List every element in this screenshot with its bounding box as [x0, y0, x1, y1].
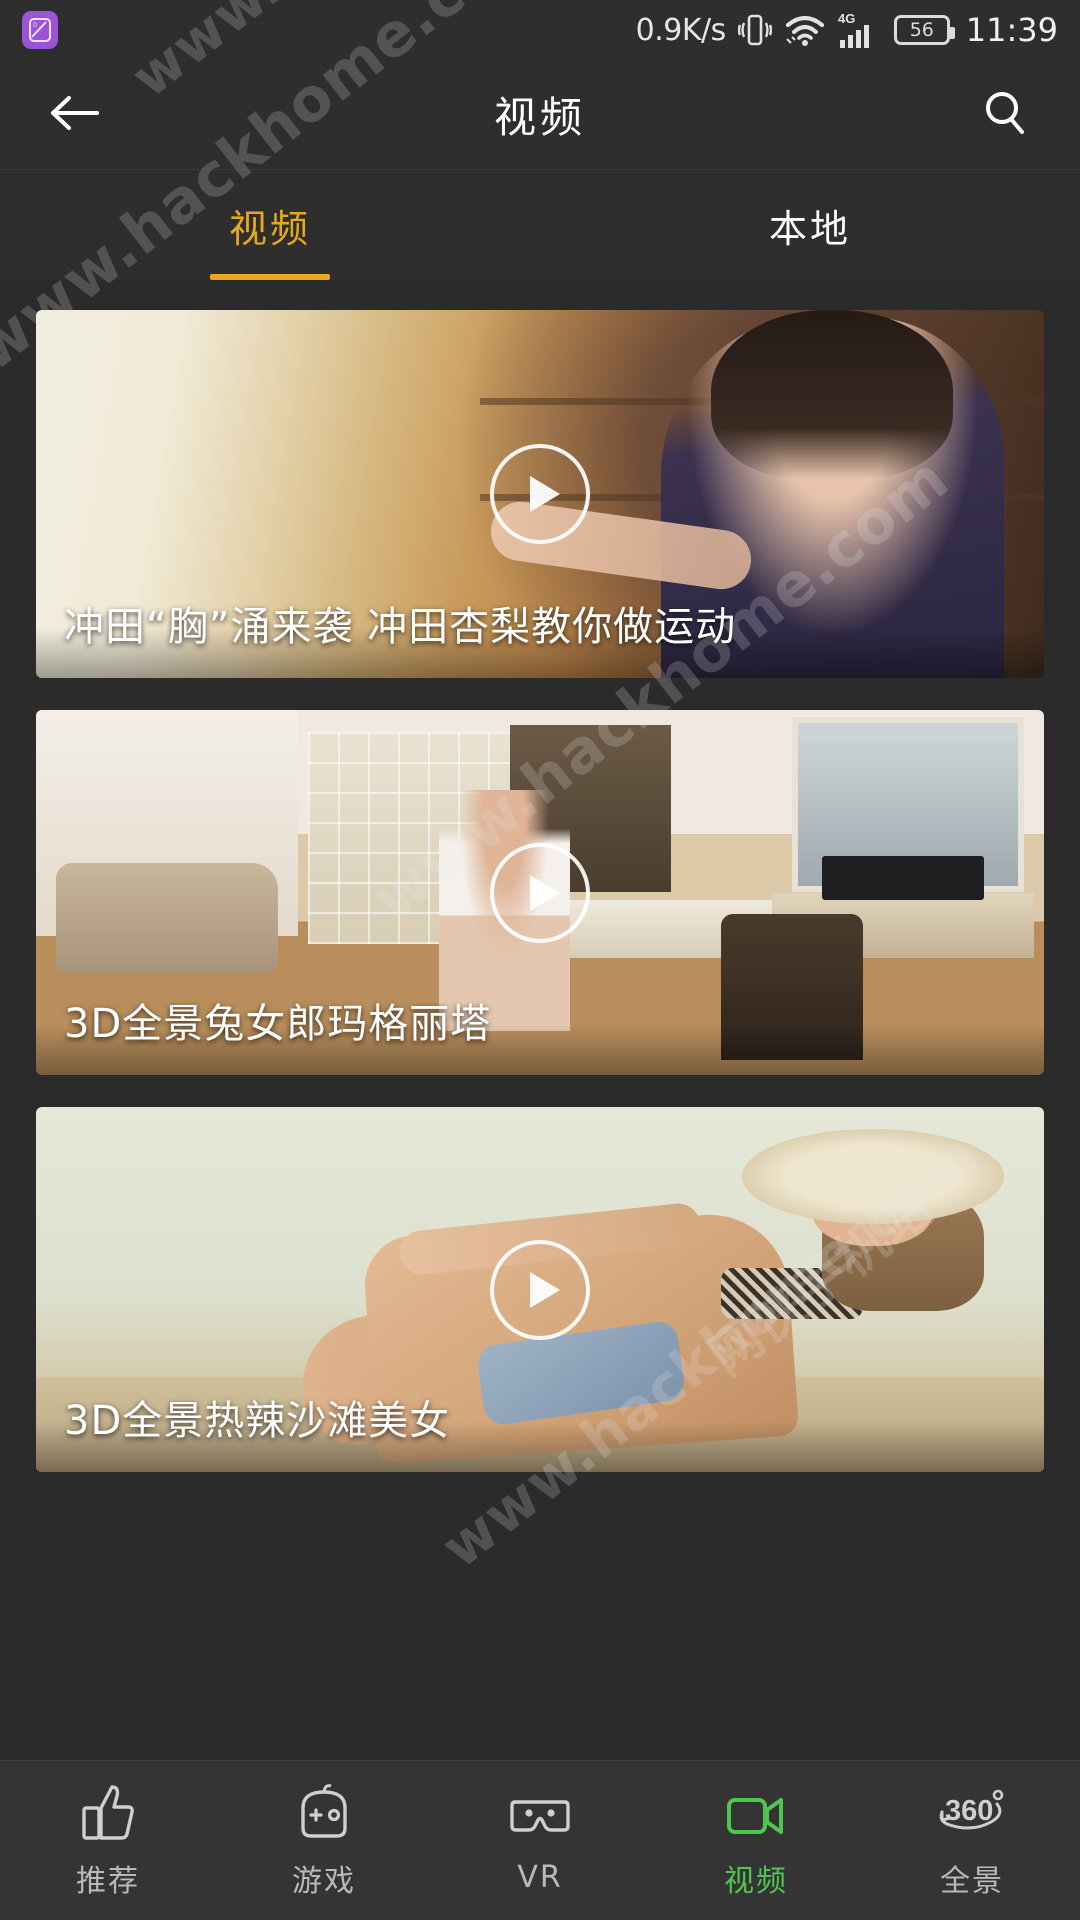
tab-local-label: 本地: [768, 206, 851, 251]
app-header: 视频: [0, 60, 1080, 170]
nav-label-panorama: 全景: [940, 1863, 1004, 1899]
battery-level-text: 56: [909, 19, 934, 41]
svg-text:0: 0: [33, 22, 37, 29]
play-icon[interactable]: [490, 444, 590, 544]
svg-text:4G: 4G: [838, 11, 855, 26]
vibrate-icon: [737, 11, 772, 49]
game-robot-icon: [295, 1782, 353, 1840]
clock-text: 11:39: [965, 11, 1058, 49]
video-card[interactable]: 3D全景兔女郎玛格丽塔: [36, 710, 1044, 1075]
nav-label-video: 视频: [724, 1863, 788, 1899]
nav-label-games: 游戏: [292, 1863, 356, 1899]
battery-indicator: 56: [893, 15, 955, 45]
video-title: 3D全景兔女郎玛格丽塔: [36, 991, 1044, 1075]
nav-item-recommend[interactable]: 推荐: [0, 1782, 216, 1900]
nav-label-vr: VR: [517, 1860, 563, 1895]
video-list[interactable]: 冲田“胸”涌来袭 冲田杏梨教你做运动 3D全景兔女郎玛格丽塔 3D全景热辣沙滩美: [0, 280, 1080, 1920]
video-thumbnail: 冲田“胸”涌来袭 冲田杏梨教你做运动: [36, 310, 1044, 678]
video-camera-icon: [725, 1782, 787, 1840]
bottom-navigation: 推荐 游戏 VR 视频 360 全景: [0, 1760, 1080, 1920]
nav-item-vr[interactable]: VR: [432, 1786, 648, 1895]
video-thumbnail: 3D全景兔女郎玛格丽塔: [36, 710, 1044, 1075]
tab-bar: 视频 本地: [0, 170, 1080, 280]
vr-headset-icon: [509, 1786, 571, 1844]
nav-item-panorama[interactable]: 360 全景: [864, 1782, 1080, 1900]
back-button[interactable]: [0, 91, 150, 139]
status-bar-left: 0: [22, 11, 58, 49]
video-card[interactable]: 冲田“胸”涌来袭 冲田杏梨教你做运动: [36, 310, 1044, 678]
tab-video[interactable]: 视频: [0, 170, 540, 280]
nav-item-video[interactable]: 视频: [648, 1782, 864, 1900]
status-bar: 0 0.9K/s 4G 56 11:39: [0, 0, 1080, 60]
video-thumbnail: 3D全景热辣沙滩美女: [36, 1107, 1044, 1472]
svg-text:360: 360: [945, 1795, 993, 1827]
video-title: 冲田“胸”涌来袭 冲田杏梨教你做运动: [36, 594, 1044, 678]
panorama-360-icon: 360: [937, 1782, 1007, 1840]
thumbs-up-icon: [81, 1782, 135, 1840]
play-icon[interactable]: [490, 1239, 590, 1340]
signal-4g-icon: 4G: [838, 10, 882, 50]
search-icon: [980, 88, 1030, 142]
status-bar-right: 0.9K/s 4G 56 11:39: [636, 10, 1058, 50]
network-speed-text: 0.9K/s: [635, 12, 727, 48]
nav-item-games[interactable]: 游戏: [216, 1782, 432, 1900]
back-arrow-icon: [47, 91, 103, 139]
video-card[interactable]: 3D全景热辣沙滩美女: [36, 1107, 1044, 1472]
photo-app-icon: 0: [22, 11, 58, 49]
nav-label-recommend: 推荐: [76, 1863, 140, 1899]
play-icon[interactable]: [490, 842, 590, 943]
wifi-icon: [784, 11, 826, 49]
tab-local[interactable]: 本地: [540, 170, 1080, 280]
video-title: 3D全景热辣沙滩美女: [36, 1388, 1044, 1472]
tab-video-label: 视频: [228, 206, 311, 251]
search-button[interactable]: [930, 88, 1080, 142]
page-title: 视频: [493, 93, 586, 142]
